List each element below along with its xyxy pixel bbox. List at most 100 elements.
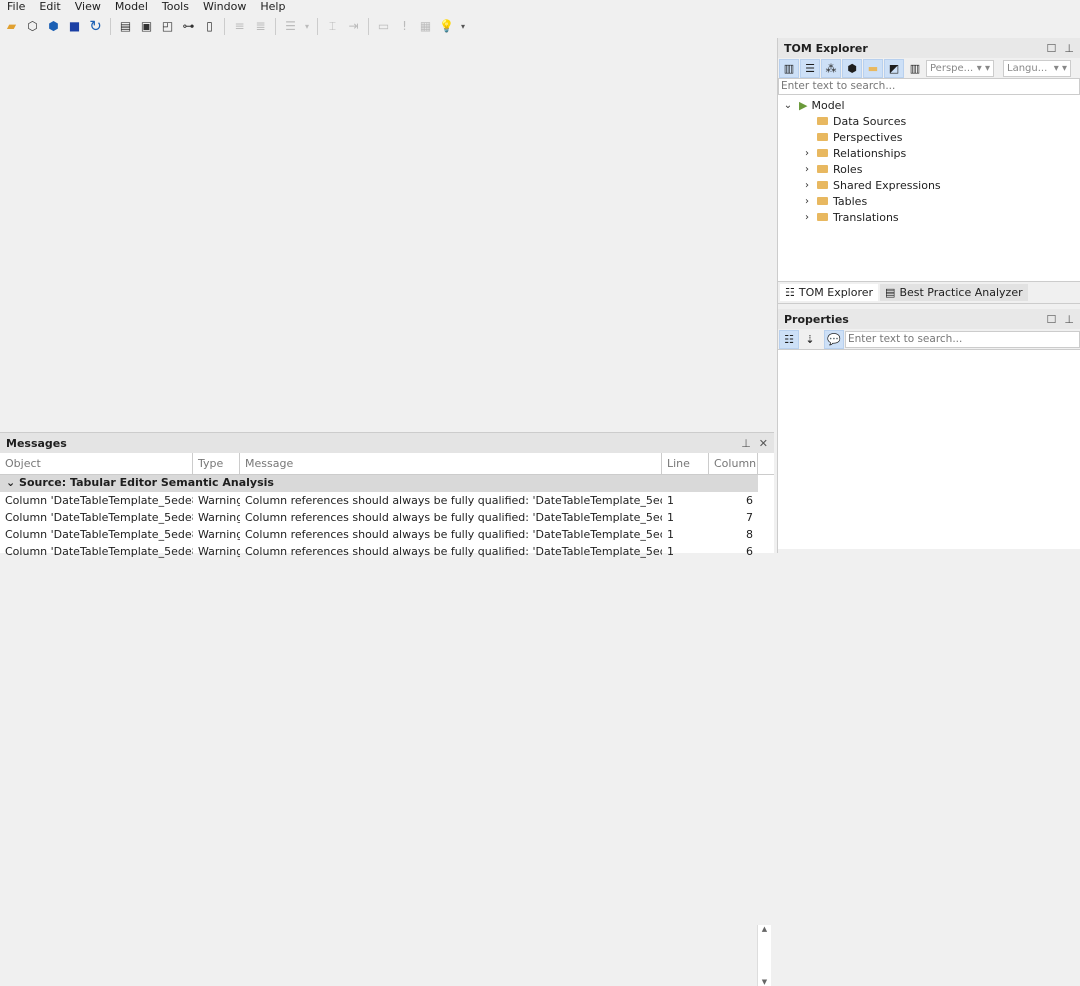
chevron-right-icon[interactable]: ›	[800, 180, 814, 191]
menu-model[interactable]: Model	[108, 0, 155, 15]
folder-icon	[817, 133, 828, 141]
tree-node-model[interactable]: ⌄ ▶ Model	[778, 97, 1080, 113]
cell-message: Column references should always be fully…	[245, 528, 662, 541]
table-row[interactable]: Column 'DateTableTemplate_5ede8321... War…	[0, 509, 758, 526]
tree-node[interactable]: › Roles	[778, 161, 1080, 177]
column-header-type[interactable]: Type	[193, 453, 240, 474]
properties-search-input[interactable]: Enter text to search...	[845, 330, 1080, 348]
hierarchy-icon[interactable]: ⁂	[821, 58, 841, 78]
table-row[interactable]: Column 'DateTableTemplate_5ede8321... War…	[0, 543, 758, 560]
refresh-icon[interactable]: ↻	[86, 17, 105, 36]
save-icon[interactable]: ■	[65, 17, 84, 36]
column-header-object[interactable]: Object	[0, 453, 193, 474]
pin-icon[interactable]: ⊥	[1064, 313, 1074, 326]
language-value: Langu...	[1007, 62, 1048, 74]
indent-icon[interactable]: ≡	[230, 17, 249, 36]
layout-icon[interactable]: ▦	[416, 17, 435, 36]
tree-node[interactable]: Perspectives	[778, 129, 1080, 145]
analyzer-icon: ▤	[885, 286, 896, 299]
document-icon[interactable]: ▤	[116, 17, 135, 36]
cell-line: 1	[667, 528, 674, 541]
menu-bar: File Edit View Model Tools Window Help	[0, 0, 292, 15]
dropdown-icon[interactable]: ▾	[458, 17, 468, 36]
cell-message: Column references should always be fully…	[245, 494, 662, 507]
chevron-right-icon[interactable]: ›	[800, 196, 814, 207]
comment-icon[interactable]: !	[395, 17, 414, 36]
tree-node[interactable]: › Translations	[778, 209, 1080, 225]
language-dropdown[interactable]: Langu... ▾ ▾	[1003, 59, 1071, 77]
cube-icon[interactable]: ⬢	[842, 58, 862, 78]
menu-edit[interactable]: Edit	[32, 0, 67, 15]
tom-explorer-header: TOM Explorer ☐ ⊥	[778, 38, 1080, 58]
menu-view[interactable]: View	[68, 0, 108, 15]
folder-icon	[817, 213, 828, 221]
chevron-right-icon[interactable]: ›	[800, 164, 814, 175]
script-icon[interactable]: ▣	[137, 17, 156, 36]
column-header-message[interactable]: Message	[240, 453, 662, 474]
open-icon[interactable]: ▰	[2, 17, 21, 36]
tom-tree: ⌄ ▶ Model Data Sources Perspectives › Relatio…	[778, 95, 1080, 281]
tree-label: Relationships	[833, 146, 907, 160]
table-row[interactable]: Column 'DateTableTemplate_5ede8321-... Wa…	[0, 526, 758, 543]
chevron-down-icon[interactable]: ⌄	[6, 476, 19, 489]
folder-icon[interactable]: ▬	[863, 58, 883, 78]
deploy-icon[interactable]: ⬡	[23, 17, 42, 36]
chevron-right-icon[interactable]: ›	[800, 212, 814, 223]
columns-icon[interactable]: ▥	[905, 58, 925, 78]
sort-alpha-icon[interactable]: ⇣	[800, 329, 820, 349]
tree-node[interactable]: › Tables	[778, 193, 1080, 209]
tab-tom-explorer[interactable]: ☷ TOM Explorer	[780, 284, 879, 301]
column-list-icon[interactable]: ☰	[800, 58, 820, 78]
dax-icon[interactable]: ◰	[158, 17, 177, 36]
menu-window[interactable]: Window	[196, 0, 253, 15]
menu-file[interactable]: File	[0, 0, 32, 15]
chevron-right-icon[interactable]: ›	[800, 148, 814, 159]
tree-node[interactable]: › Relationships	[778, 145, 1080, 161]
menu-help[interactable]: Help	[253, 0, 292, 15]
maximize-icon[interactable]: ☐	[1047, 313, 1057, 326]
cell-object: Column 'DateTableTemplate_5ede8321...	[5, 511, 193, 524]
column-header-line[interactable]: Line	[662, 453, 709, 474]
tree-label: Tables	[833, 194, 868, 208]
format-icon[interactable]: ☰	[281, 17, 300, 36]
description-icon[interactable]: 💬	[824, 329, 844, 349]
chevron-down-icon[interactable]: ⌄	[781, 100, 795, 111]
menu-tools[interactable]: Tools	[155, 0, 196, 15]
outdent-icon[interactable]: ≣	[251, 17, 270, 36]
dropdown-icon[interactable]: ▾	[302, 17, 312, 36]
messages-scrollbar[interactable]: ▲ ▼	[757, 925, 771, 986]
cell-column: 8	[746, 528, 753, 541]
tree-node[interactable]: › Shared Expressions	[778, 177, 1080, 193]
column-header-column[interactable]: Column	[709, 453, 758, 474]
lightbulb-icon[interactable]: 💡	[437, 17, 456, 36]
panel-icon[interactable]: ▭	[374, 17, 393, 36]
maximize-icon[interactable]: ☐	[1047, 42, 1057, 55]
categorized-icon[interactable]: ☷	[779, 329, 799, 349]
perspective-dropdown[interactable]: Perspe... ▾ ▾	[926, 59, 994, 77]
table-icon[interactable]: ⌶	[323, 17, 342, 36]
scroll-down-icon[interactable]: ▼	[758, 978, 771, 986]
messages-title: Messages	[6, 436, 67, 450]
model-icon[interactable]: ⬢	[44, 17, 63, 36]
scroll-icon[interactable]: ▯	[200, 17, 219, 36]
scroll-up-icon[interactable]: ▲	[758, 925, 771, 933]
folder-icon	[817, 165, 828, 173]
pin-icon[interactable]: ⊥	[741, 437, 751, 450]
table-row[interactable]: Column 'DateTableTemplate_5ede8321-... Wa…	[0, 492, 758, 509]
tree-label: Perspectives	[833, 130, 903, 144]
tom-search-input[interactable]: Enter text to search...	[778, 78, 1080, 95]
chevron-down-icon: ▾ ▾	[976, 62, 990, 74]
properties-grid	[778, 349, 1080, 549]
calculator-icon[interactable]: ▥	[779, 58, 799, 78]
group-row[interactable]: ⌄ Source: Tabular Editor Semantic Analys…	[0, 475, 758, 492]
separator	[368, 17, 369, 35]
tab-best-practice-analyzer[interactable]: ▤ Best Practice Analyzer	[880, 284, 1028, 301]
properties-title: Properties	[784, 312, 849, 326]
pin-icon[interactable]: ⊥	[1064, 42, 1074, 55]
close-icon[interactable]: ✕	[759, 437, 768, 450]
move-icon[interactable]: ⇥	[344, 17, 363, 36]
cell-type: Warning	[198, 528, 240, 541]
tree-node[interactable]: Data Sources	[778, 113, 1080, 129]
hierarchy-icon[interactable]: ⊶	[179, 17, 198, 36]
filter-icon[interactable]: ◩	[884, 58, 904, 78]
